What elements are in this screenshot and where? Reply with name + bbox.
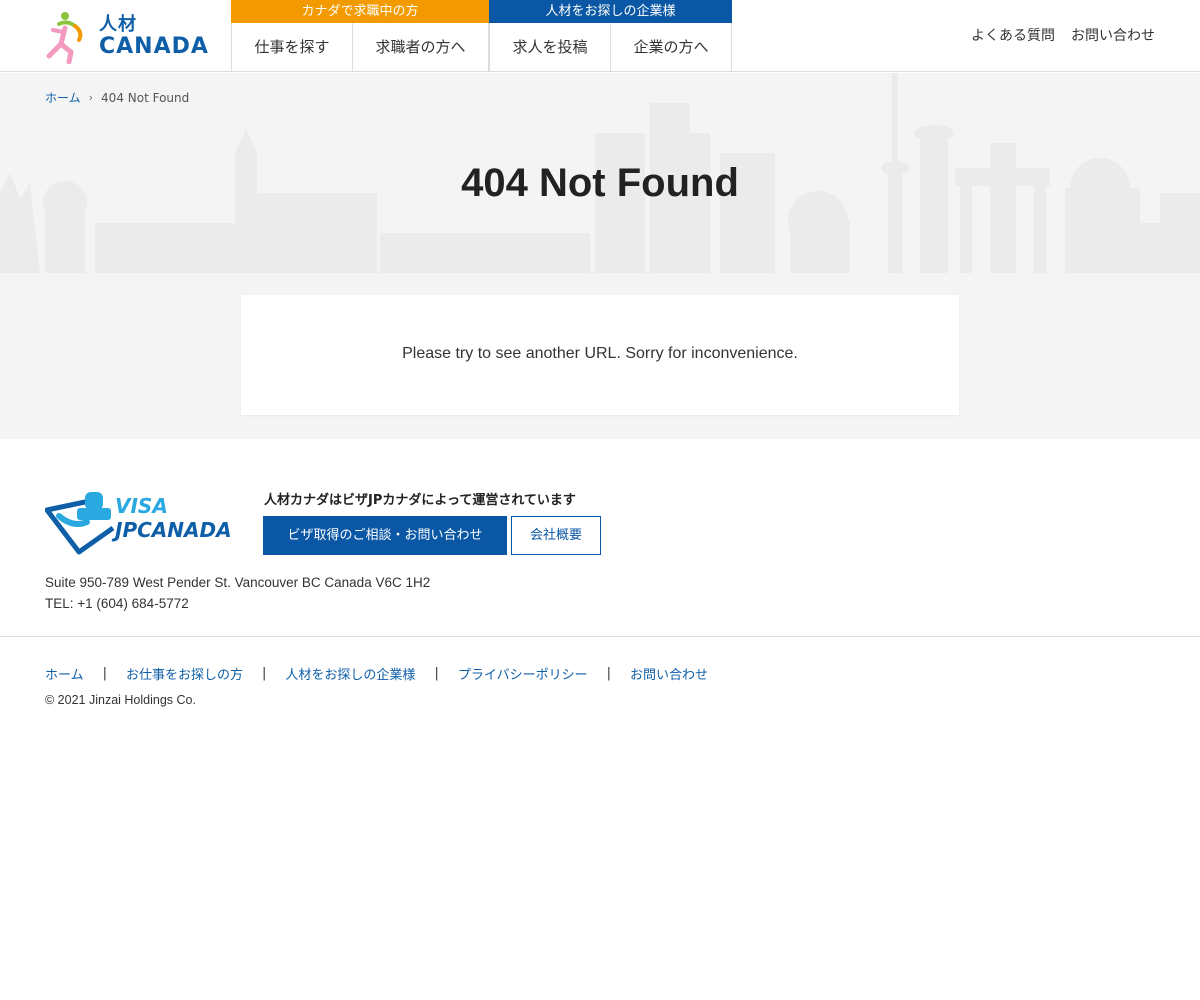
visa-logo-line2: JPCANADA bbox=[115, 518, 232, 542]
breadcrumb-current: 404 Not Found bbox=[101, 90, 190, 105]
nav-group-companies: 人材をお探しの企業様 求人を投稿 企業の方へ bbox=[489, 0, 732, 72]
footer-links: ホーム | お仕事をお探しの方 | 人材をお探しの企業様 | プライバシーポリシ… bbox=[45, 664, 708, 683]
nav-items: 求人を投稿 企業の方へ bbox=[489, 23, 732, 72]
contact-link[interactable]: お問い合わせ bbox=[1071, 25, 1155, 45]
stamp-icon bbox=[45, 492, 115, 555]
footer-link-privacy[interactable]: プライバシーポリシー bbox=[458, 664, 588, 683]
chevron-right-icon: › bbox=[88, 91, 94, 104]
logo-en-text: CANADA bbox=[99, 34, 209, 59]
nav-group-label: カナダで求職中の方 bbox=[231, 0, 489, 23]
footer-link-companies[interactable]: 人材をお探しの企業様 bbox=[285, 664, 415, 683]
address-line: Suite 950-789 West Pender St. Vancouver … bbox=[45, 575, 431, 590]
nav-for-job-seekers[interactable]: 求職者の方へ bbox=[352, 23, 489, 72]
nav-for-companies[interactable]: 企業の方へ bbox=[610, 23, 732, 72]
nav-group-job-seekers: カナダで求職中の方 仕事を探す 求職者の方へ bbox=[231, 0, 489, 72]
logo-jp-text: 人材 bbox=[99, 14, 137, 35]
link-divider: | bbox=[434, 666, 439, 681]
utility-links: よくある質問 お問い合わせ bbox=[971, 25, 1155, 45]
link-divider: | bbox=[606, 666, 611, 681]
visa-consult-button[interactable]: ビザ取得のご相談・お問い合わせ bbox=[263, 516, 507, 555]
page-title: 404 Not Found bbox=[461, 161, 739, 205]
nav-post-job[interactable]: 求人を投稿 bbox=[489, 23, 610, 72]
faq-link[interactable]: よくある質問 bbox=[971, 25, 1055, 45]
visa-logo-line1: VISA bbox=[115, 494, 168, 518]
runner-icon bbox=[46, 12, 83, 64]
copyright: © 2021 Jinzai Holdings Co. bbox=[45, 693, 196, 707]
company-address: Suite 950-789 West Pender St. Vancouver … bbox=[45, 572, 430, 614]
nav-find-jobs[interactable]: 仕事を探す bbox=[231, 23, 352, 72]
breadcrumb-home[interactable]: ホーム bbox=[45, 89, 81, 106]
error-message: Please try to see another URL. Sorry for… bbox=[402, 345, 798, 362]
phone-number: TEL: +1 (604) 684-5772 bbox=[45, 596, 189, 611]
visa-jpcanada-logo[interactable]: VISA JPCANADA bbox=[45, 488, 241, 556]
nav-items: 仕事を探す 求職者の方へ bbox=[231, 23, 489, 72]
nav-group-label: 人材をお探しの企業様 bbox=[489, 0, 732, 23]
link-divider: | bbox=[102, 666, 108, 681]
hero-section: ホーム › 404 Not Found 404 Not Found Please… bbox=[0, 73, 1200, 439]
jinzai-canada-logo[interactable]: 人材 CANADA bbox=[45, 10, 210, 64]
company-profile-button[interactable]: 会社概要 bbox=[511, 516, 601, 555]
link-divider: | bbox=[262, 666, 267, 681]
footer-link-contact[interactable]: お問い合わせ bbox=[630, 664, 708, 683]
operated-by-text: 人材カナダはビザJPカナダによって運営されています bbox=[264, 493, 576, 508]
message-card: Please try to see another URL. Sorry for… bbox=[241, 295, 959, 415]
footer-link-job-seekers[interactable]: お仕事をお探しの方 bbox=[126, 664, 243, 683]
footer-top: VISA JPCANADA 人材カナダはビザJPカナダによって運営されています … bbox=[0, 440, 1200, 637]
site-header: 人材 CANADA カナダで求職中の方 仕事を探す 求職者の方へ 人材をお探しの… bbox=[0, 0, 1200, 72]
breadcrumb: ホーム › 404 Not Found bbox=[45, 89, 189, 106]
footer-link-home[interactable]: ホーム bbox=[45, 664, 84, 683]
footer-bottom: ホーム | お仕事をお探しの方 | 人材をお探しの企業様 | プライバシーポリシ… bbox=[0, 638, 1200, 738]
